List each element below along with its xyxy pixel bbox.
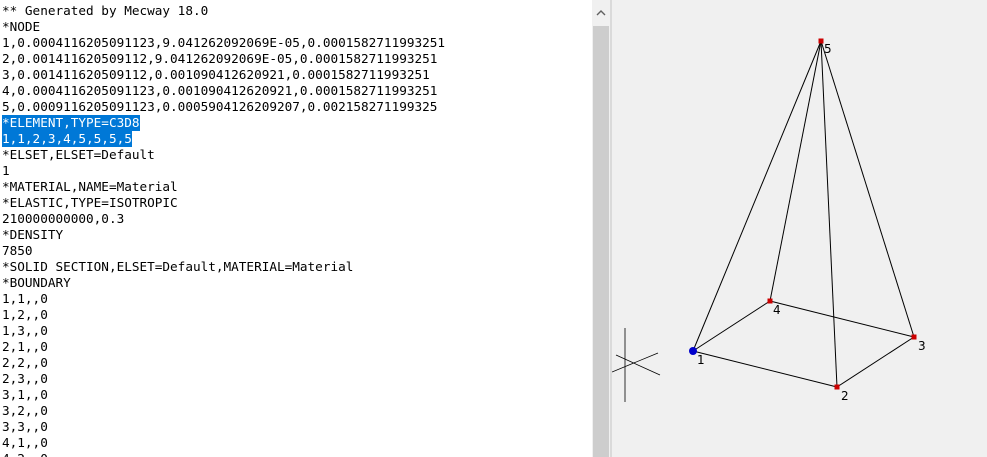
- node-5-marker[interactable]: [818, 38, 824, 44]
- editor-line-text: 4,0.0004116205091123,0.001090412620921,0…: [2, 83, 438, 98]
- editor-line[interactable]: *NODE: [2, 19, 445, 35]
- scroll-thumb[interactable]: [593, 26, 609, 457]
- editor-line[interactable]: 4,0.0004116205091123,0.001090412620921,0…: [2, 83, 445, 99]
- editor-line[interactable]: *ELASTIC,TYPE=ISOTROPIC: [2, 195, 445, 211]
- editor-line-text: 5,0.0009116205091123,0.0005904126209207,…: [2, 99, 438, 114]
- axis-triad-icon: [612, 328, 661, 402]
- editor-line-text: 3,3,,0: [2, 419, 48, 434]
- mesh-edges: [692, 40, 915, 388]
- editor-line[interactable]: 1: [2, 163, 445, 179]
- editor-line[interactable]: 210000000000,0.3: [2, 211, 445, 227]
- editor-line[interactable]: 7850: [2, 243, 445, 259]
- editor-line-text: 2,3,,0: [2, 371, 48, 386]
- editor-line-text: 3,2,,0: [2, 403, 48, 418]
- editor-line[interactable]: 4,2,,0: [2, 451, 445, 457]
- node-4-label: 4: [773, 303, 781, 317]
- editor-line-text: ** Generated by Mecway 18.0: [2, 3, 209, 18]
- editor-line-text: 3,0.001411620509112,0.001090412620921,0.…: [2, 67, 430, 82]
- editor-line[interactable]: 2,0.001411620509112,9.041262092069E-05,0…: [2, 51, 445, 67]
- editor-line-text: 3,1,,0: [2, 387, 48, 402]
- editor-text: ** Generated by Mecway 18.0 *NODE 1,0.0004…: [2, 3, 445, 457]
- editor-line-text: *SOLID SECTION,ELSET=Default,MATERIAL=Ma…: [2, 259, 354, 274]
- editor-line-text: 2,2,,0: [2, 355, 48, 370]
- chevron-up-icon: [596, 10, 606, 16]
- editor-line[interactable]: 1,1,,0: [2, 291, 445, 307]
- input-file-editor[interactable]: ** Generated by Mecway 18.0 *NODE 1,0.0004…: [0, 0, 592, 457]
- model-viewport[interactable]: 1 2 3 4 5: [612, 0, 987, 457]
- editor-line[interactable]: *ELEMENT,TYPE=C3D8: [2, 115, 445, 131]
- editor-line[interactable]: 3,1,,0: [2, 387, 445, 403]
- editor-line[interactable]: 2,1,,0: [2, 339, 445, 355]
- editor-line[interactable]: 1,0.0004116205091123,9.041262092069E-05,…: [2, 35, 445, 51]
- editor-line-text: 2,0.001411620509112,9.041262092069E-05,0…: [2, 51, 438, 66]
- editor-line-text: 7850: [2, 243, 33, 258]
- scroll-up-button[interactable]: [592, 0, 610, 26]
- editor-line[interactable]: *DENSITY: [2, 227, 445, 243]
- editor-line-text: *ELEMENT,TYPE=C3D8: [2, 115, 140, 131]
- editor-line-text: 1,1,,0: [2, 291, 48, 306]
- editor-line[interactable]: 3,0.001411620509112,0.001090412620921,0.…: [2, 67, 445, 83]
- editor-line[interactable]: *ELSET,ELSET=Default: [2, 147, 445, 163]
- editor-line[interactable]: 2,3,,0: [2, 371, 445, 387]
- editor-line[interactable]: 3,3,,0: [2, 419, 445, 435]
- editor-line-text: 4,1,,0: [2, 435, 48, 450]
- model-canvas[interactable]: 1 2 3 4 5: [612, 0, 987, 457]
- editor-line-text: 1,0.0004116205091123,9.041262092069E-05,…: [2, 35, 446, 50]
- editor-line[interactable]: 2,2,,0: [2, 355, 445, 371]
- editor-line-text: *ELSET,ELSET=Default: [2, 147, 155, 162]
- node-4-marker[interactable]: [767, 298, 773, 304]
- editor-line-text: 1: [2, 163, 10, 178]
- editor-line[interactable]: 1,2,,0: [2, 307, 445, 323]
- node-1-label: 1: [697, 353, 705, 367]
- editor-line[interactable]: *SOLID SECTION,ELSET=Default,MATERIAL=Ma…: [2, 259, 445, 275]
- editor-line-text: *MATERIAL,NAME=Material: [2, 179, 178, 194]
- node-5-label: 5: [824, 42, 832, 56]
- editor-line-text: 1,1,2,3,4,5,5,5,5: [2, 131, 132, 147]
- editor-line-text: *ELASTIC,TYPE=ISOTROPIC: [2, 195, 178, 210]
- node-1-marker[interactable]: [689, 347, 697, 355]
- editor-line[interactable]: *MATERIAL,NAME=Material: [2, 179, 445, 195]
- editor-line[interactable]: *BOUNDARY: [2, 275, 445, 291]
- editor-line-text: *NODE: [2, 19, 41, 34]
- editor-line[interactable]: ** Generated by Mecway 18.0: [2, 3, 445, 19]
- node-3-marker[interactable]: [911, 334, 917, 340]
- editor-line-text: 2,1,,0: [2, 339, 48, 354]
- node-3-label: 3: [918, 339, 926, 353]
- editor-line[interactable]: 1,3,,0: [2, 323, 445, 339]
- editor-line-text: *BOUNDARY: [2, 275, 71, 290]
- editor-line-text: 4,2,,0: [2, 451, 48, 457]
- editor-line-text: 1,2,,0: [2, 307, 48, 322]
- editor-line[interactable]: 5,0.0009116205091123,0.0005904126209207,…: [2, 99, 445, 115]
- editor-line-text: *DENSITY: [2, 227, 64, 242]
- vertical-scrollbar[interactable]: [592, 0, 610, 457]
- node-2-label: 2: [841, 389, 849, 403]
- editor-line[interactable]: 4,1,,0: [2, 435, 445, 451]
- node-2-marker[interactable]: [834, 384, 840, 390]
- editor-line[interactable]: 1,1,2,3,4,5,5,5,5: [2, 131, 445, 147]
- editor-line-text: 1,3,,0: [2, 323, 48, 338]
- editor-line-text: 210000000000,0.3: [2, 211, 125, 226]
- editor-line[interactable]: 3,2,,0: [2, 403, 445, 419]
